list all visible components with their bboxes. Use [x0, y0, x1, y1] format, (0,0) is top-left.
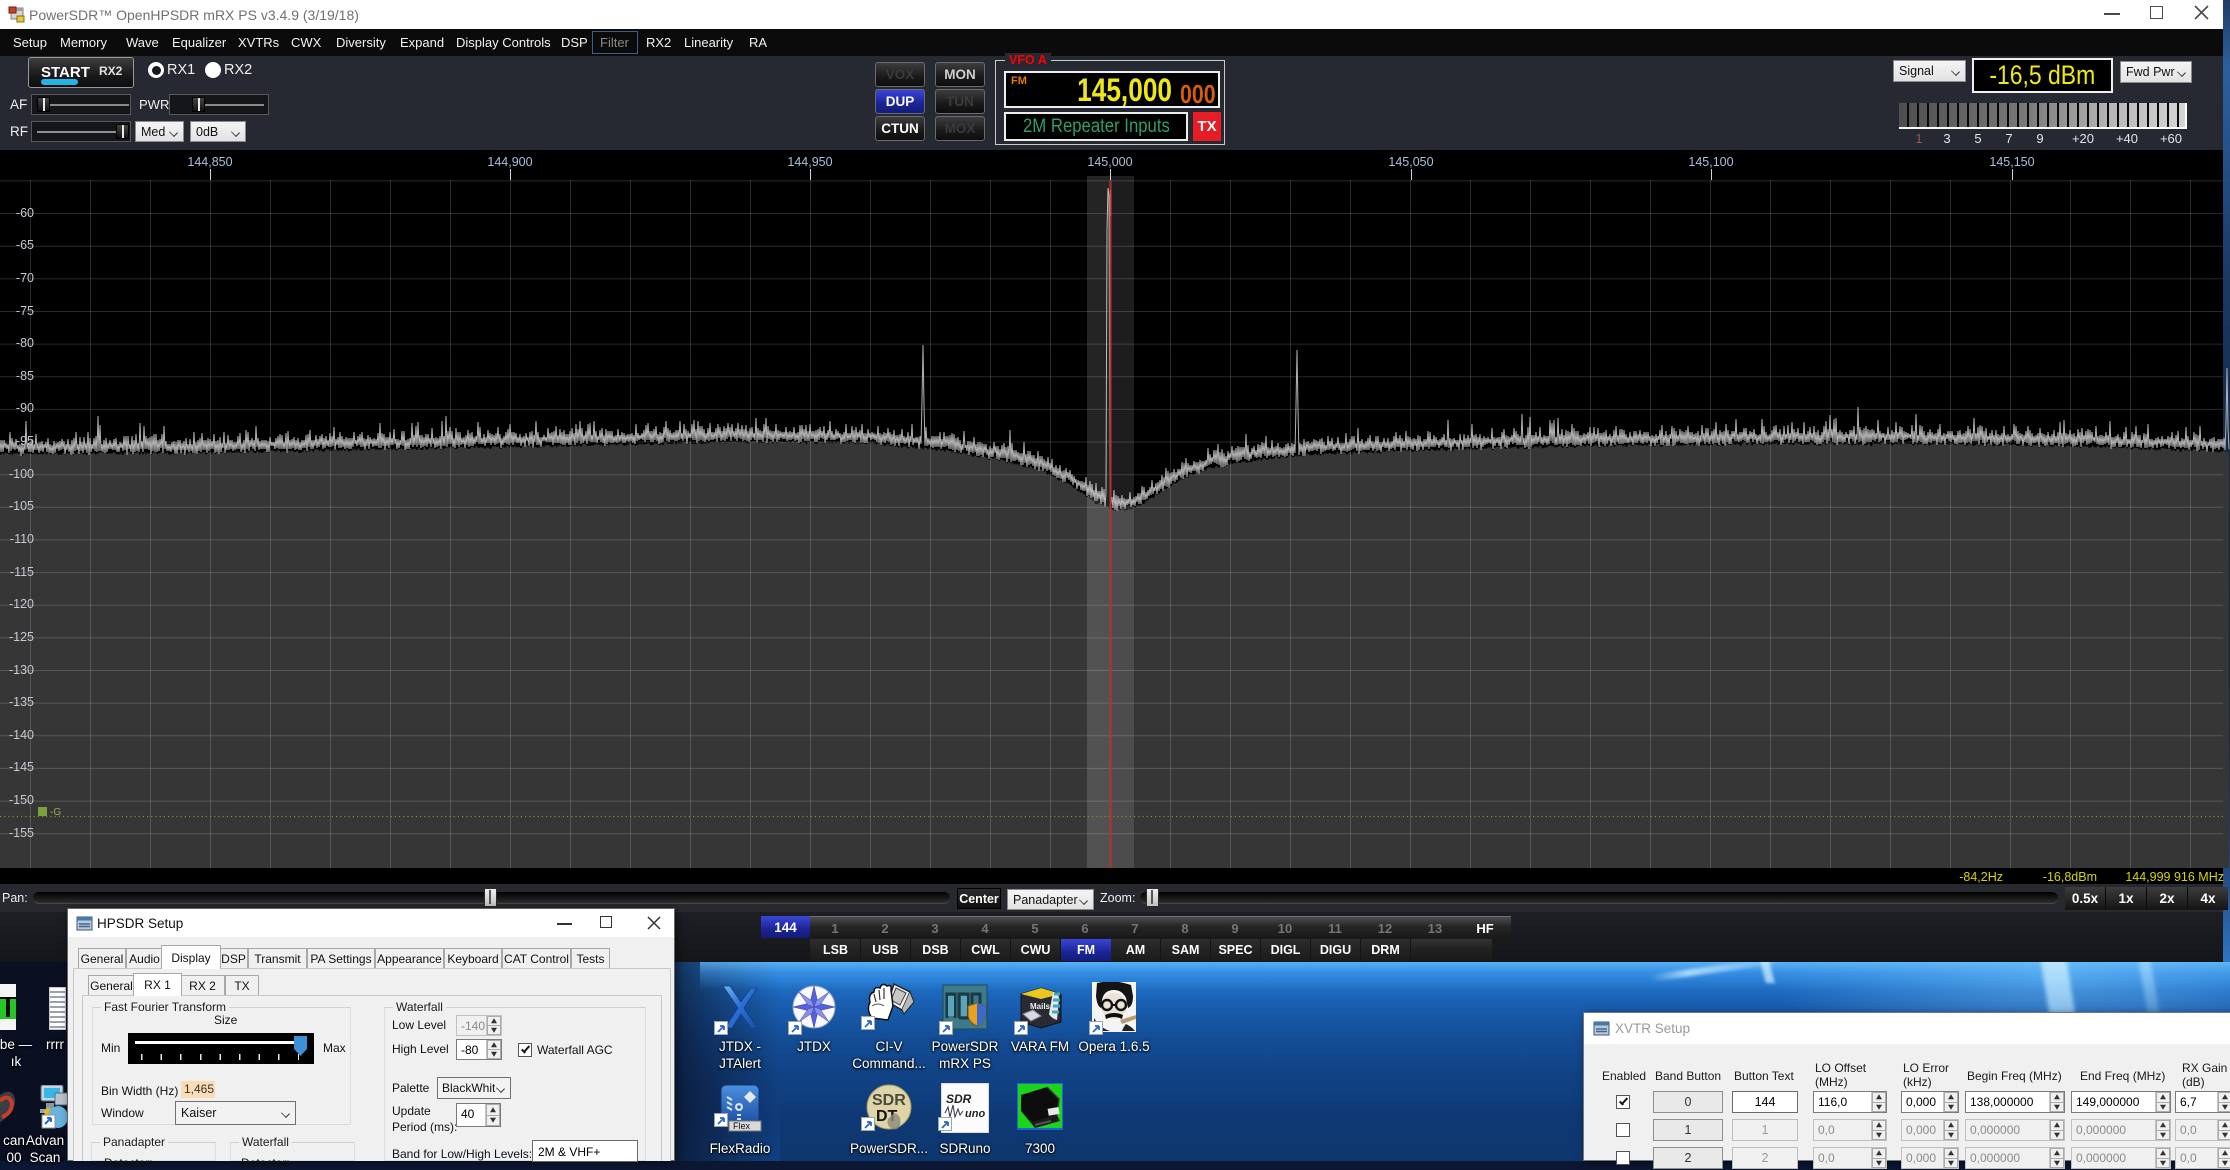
svg-text:uno: uno: [965, 1108, 985, 1120]
svg-text:-G: -G: [50, 807, 61, 818]
svg-text:SDR: SDR: [872, 1092, 906, 1109]
svg-text:Flex: Flex: [733, 1121, 751, 1131]
svg-text:SDR: SDR: [946, 1092, 972, 1106]
